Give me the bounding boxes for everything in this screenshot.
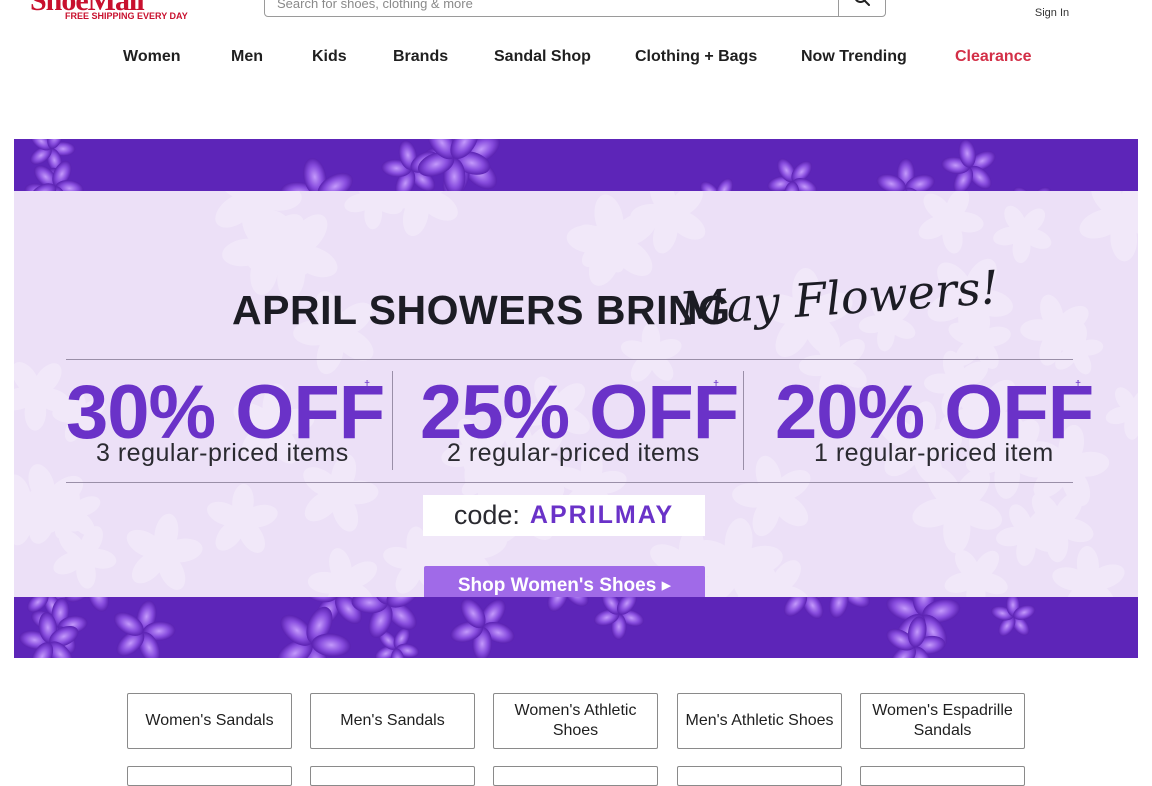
category-womens-espadrille-sandals[interactable]: Women's Espadrille Sandals [860, 693, 1025, 749]
promo-code-value: APRILMAY [529, 501, 675, 529]
divider-vertical-1 [392, 371, 393, 470]
nav-item-clothing-bags[interactable]: Clothing + Bags [635, 48, 757, 66]
search-input[interactable] [275, 0, 839, 18]
category-mens-sandals[interactable]: Men's Sandals [310, 693, 475, 749]
deal-dagger: † [364, 379, 371, 391]
search-button[interactable] [838, 0, 885, 16]
category-button-row2[interactable] [310, 766, 475, 786]
promo-code-label: code: [453, 500, 520, 530]
divider-bottom [66, 482, 1073, 483]
divider-top [66, 359, 1073, 360]
main-nav: Women Men Kids Brands Sandal Shop Clothi… [0, 48, 1152, 74]
nav-item-brands[interactable]: Brands [393, 48, 448, 66]
promo-code-box: code: APRILMAY [423, 495, 705, 536]
deal-detail: 3 regular-priced items [96, 439, 349, 467]
category-button-row2[interactable] [677, 766, 842, 786]
category-womens-athletic-shoes[interactable]: Women's Athletic Shoes [493, 693, 658, 749]
category-mens-athletic-shoes[interactable]: Men's Athletic Shoes [677, 693, 842, 749]
nav-item-women[interactable]: Women [123, 48, 180, 66]
category-womens-sandals[interactable]: Women's Sandals [127, 693, 292, 749]
deal-detail: 1 regular-priced item [814, 439, 1054, 467]
category-button-row2[interactable] [127, 766, 292, 786]
account-sign-in[interactable]: Sign In [1022, 0, 1082, 22]
nav-item-men[interactable]: Men [231, 48, 263, 66]
promo-panel: APRIL SHOWERS BRING May Flowers! 30% OFF… [14, 191, 1138, 597]
nav-item-sandal-shop[interactable]: Sandal Shop [494, 48, 591, 66]
category-button-row2[interactable] [860, 766, 1025, 786]
search-bar [264, 0, 886, 18]
nav-item-clearance[interactable]: Clearance [955, 48, 1032, 66]
nav-item-now-trending[interactable]: Now Trending [801, 48, 907, 66]
nav-item-kids[interactable]: Kids [312, 48, 347, 66]
logo-tagline: FREE SHIPPING EVERY DAY [65, 11, 188, 21]
search-icon [855, 0, 870, 6]
deal-detail: 2 regular-priced items [447, 439, 700, 467]
deal-dagger: † [1075, 379, 1082, 391]
promo-banner[interactable]: APRIL SHOWERS BRING May Flowers! 30% OFF… [14, 139, 1138, 658]
divider-vertical-2 [743, 371, 744, 470]
deal-dagger: † [713, 379, 720, 391]
category-button-row2[interactable] [493, 766, 658, 786]
user-icon [1040, 0, 1064, 4]
sign-in-label: Sign In [1034, 7, 1070, 19]
shoemall-logo[interactable]: ShoeMall FREE SHIPPING EVERY DAY [30, 0, 205, 24]
shop-womens-shoes-button[interactable]: Shop Women's Shoes ▸ [424, 566, 705, 597]
promo-headline: APRIL SHOWERS BRING [232, 287, 731, 333]
